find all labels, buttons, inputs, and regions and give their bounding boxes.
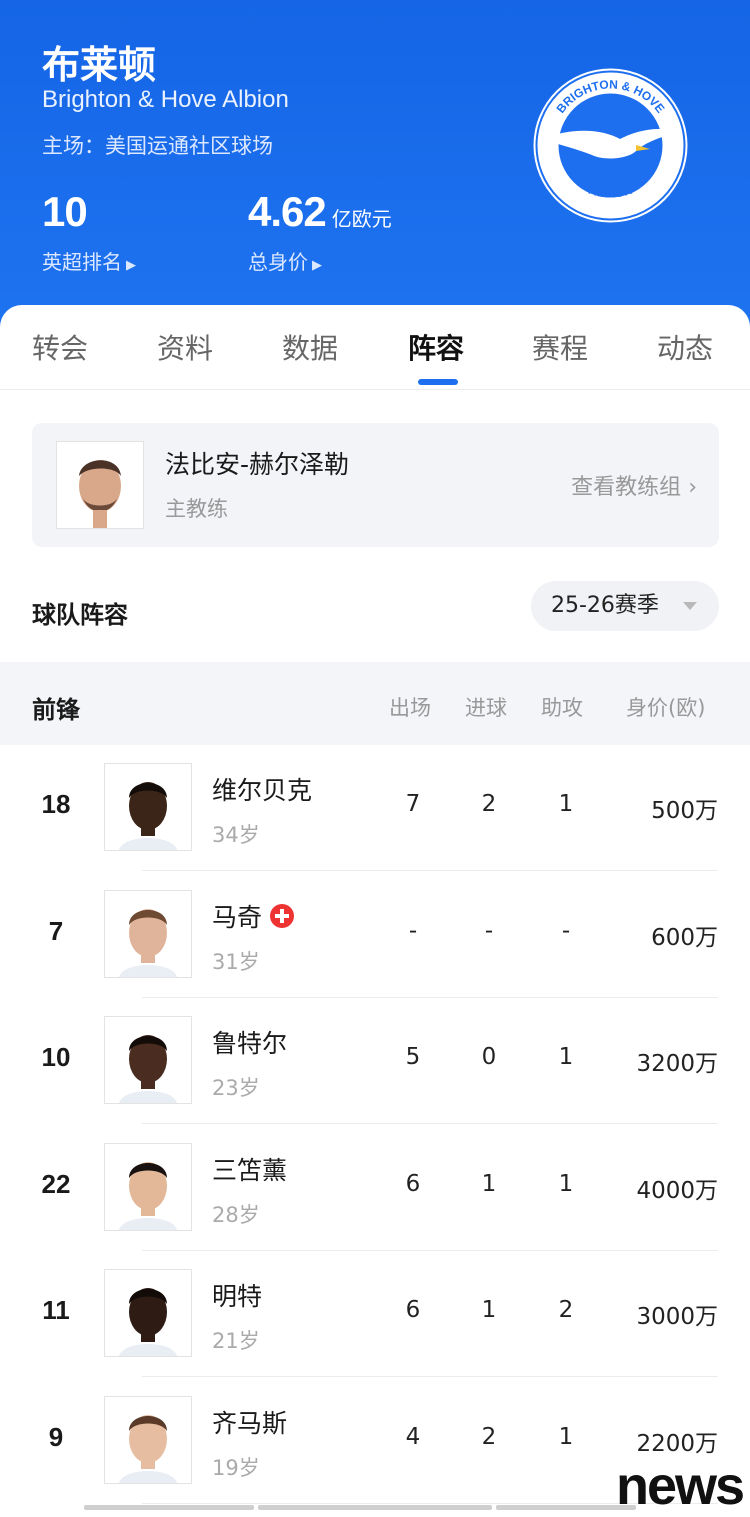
player-market-value: 2200万: [636, 1430, 718, 1457]
season-selector[interactable]: 25-26赛季: [531, 581, 719, 631]
player-apps: 6: [405, 1297, 421, 1323]
player-row[interactable]: 18 维尔贝克 34岁 7 2 1 500万: [0, 745, 750, 871]
team-english-name: Brighton & Hove Albion: [42, 86, 289, 113]
player-goals: -: [484, 917, 494, 944]
tab-stats[interactable]: 数据: [282, 327, 338, 367]
total-value-number: 4.62: [248, 188, 327, 235]
player-avatar: [104, 889, 192, 978]
caret-right-icon: ▶: [312, 258, 322, 273]
player-assists: 1: [558, 1170, 574, 1197]
player-goals: 2: [481, 791, 497, 817]
player-row[interactable]: 22 三笘薰 28岁 6 1 1 4000万: [0, 1125, 750, 1251]
player-row[interactable]: 10 鲁特尔 23岁 5 0 1 3200万: [0, 998, 750, 1124]
player-market-value: 500万: [651, 798, 718, 824]
player-age: 21岁: [212, 1329, 260, 1353]
season-selector-value: 25-26赛季: [551, 593, 659, 618]
player-name: 维尔贝克: [212, 776, 313, 805]
player-apps: 4: [405, 1423, 421, 1450]
league-rank-label: 英超排名 ▶: [42, 250, 136, 274]
player-avatar: [104, 763, 192, 851]
dropdown-arrow-icon: [683, 602, 697, 610]
player-row[interactable]: 7 马奇 31岁 - - - 600万: [0, 872, 750, 998]
scroll-indicator: [496, 1505, 636, 1510]
injury-icon: [270, 903, 295, 928]
player-number: 11: [42, 1295, 70, 1325]
player-goals: 0: [481, 1044, 497, 1070]
player-avatar: [104, 1395, 192, 1484]
player-assists: 1: [558, 791, 574, 817]
player-market-value: 3200万: [636, 1051, 718, 1077]
player-number: 10: [41, 1042, 71, 1072]
scroll-indicator: [258, 1505, 492, 1510]
player-name: 明特: [212, 1282, 263, 1311]
tab-schedule[interactable]: 赛程: [532, 327, 588, 367]
player-market-value: 600万: [651, 924, 718, 951]
player-number: 7: [48, 915, 64, 946]
content-panel: 转会 资料 数据 阵容 赛程 动态 法比安-赫尔泽勒 主教练 查看教练组 › 球…: [0, 305, 750, 1515]
player-market-value: 4000万: [636, 1177, 718, 1204]
player-assists: 2: [558, 1297, 574, 1323]
player-name: 三笘薰: [212, 1155, 288, 1185]
coach-name: 法比安-赫尔泽勒: [165, 450, 350, 479]
club-crest-logo: BRIGHTON & HOVE ALBION: [533, 68, 688, 223]
player-name: 齐马斯: [212, 1408, 288, 1438]
total-value-unit: 亿欧元: [331, 207, 392, 231]
player-assists: -: [561, 917, 571, 944]
total-value-stat[interactable]: 4.62 亿欧元 总身价 ▶: [248, 188, 392, 275]
tab-news[interactable]: 动态: [657, 327, 713, 367]
position-group-header: 前锋 出场 进球 助攻 身价(欧): [0, 662, 750, 745]
chevron-right-icon: ›: [688, 475, 697, 500]
column-header-assists: 助攻: [541, 696, 583, 720]
player-avatar: [104, 1269, 192, 1357]
tab-bar: 转会 资料 数据 阵容 赛程 动态: [0, 305, 750, 390]
player-apps: -: [408, 917, 418, 944]
team-header: 布莱顿 Brighton & Hove Albion 主场：美国运通社区球场 1…: [0, 0, 750, 330]
player-market-value: 3000万: [636, 1304, 718, 1330]
player-goals: 2: [481, 1423, 497, 1450]
coach-card[interactable]: 法比安-赫尔泽勒 主教练 查看教练组 ›: [32, 423, 719, 547]
coach-avatar: [56, 441, 144, 529]
league-rank-stat[interactable]: 10 英超排名 ▶: [42, 188, 136, 275]
column-header-apps: 出场: [389, 696, 431, 720]
player-goals: 1: [481, 1170, 497, 1197]
player-age: 23岁: [212, 1076, 260, 1100]
player-age: 19岁: [212, 1455, 260, 1480]
tab-profile[interactable]: 资料: [157, 327, 213, 367]
player-assists: 1: [558, 1044, 574, 1070]
player-apps: 5: [405, 1044, 421, 1070]
player-age: 31岁: [212, 949, 260, 974]
player-goals: 1: [481, 1297, 497, 1323]
player-avatar: [104, 1016, 192, 1104]
league-rank-value: 10: [42, 188, 88, 235]
coach-role: 主教练: [165, 497, 228, 521]
column-header-value: 身价(欧): [626, 696, 706, 720]
player-name: 鲁特尔: [212, 1029, 288, 1058]
squad-section-title: 球队阵容: [32, 601, 128, 629]
player-age: 34岁: [212, 823, 260, 847]
player-number: 22: [41, 1168, 71, 1199]
column-header-goals: 进球: [465, 696, 507, 720]
player-name: 马奇: [212, 898, 295, 934]
total-value-label: 总身价 ▶: [248, 250, 322, 274]
team-name: 布莱顿: [42, 43, 157, 87]
player-apps: 6: [405, 1170, 421, 1197]
player-apps: 7: [405, 791, 421, 817]
tab-transfer[interactable]: 转会: [32, 327, 88, 367]
position-group-name: 前锋: [32, 696, 80, 724]
active-tab-indicator: [418, 379, 458, 385]
tab-squad[interactable]: 阵容: [408, 327, 464, 367]
player-number: 9: [48, 1421, 64, 1452]
view-coaching-staff-link[interactable]: 查看教练组 ›: [571, 469, 697, 501]
player-age: 28岁: [212, 1202, 260, 1227]
player-avatar: [104, 1142, 192, 1231]
stadium-label: 主场：美国运通社区球场: [42, 134, 273, 158]
player-assists: 1: [558, 1423, 574, 1450]
player-row[interactable]: 11 明特 21岁 6 1 2 3000万: [0, 1251, 750, 1377]
caret-right-icon: ▶: [126, 258, 136, 273]
player-number: 18: [41, 789, 71, 819]
scroll-indicator: [84, 1505, 254, 1510]
